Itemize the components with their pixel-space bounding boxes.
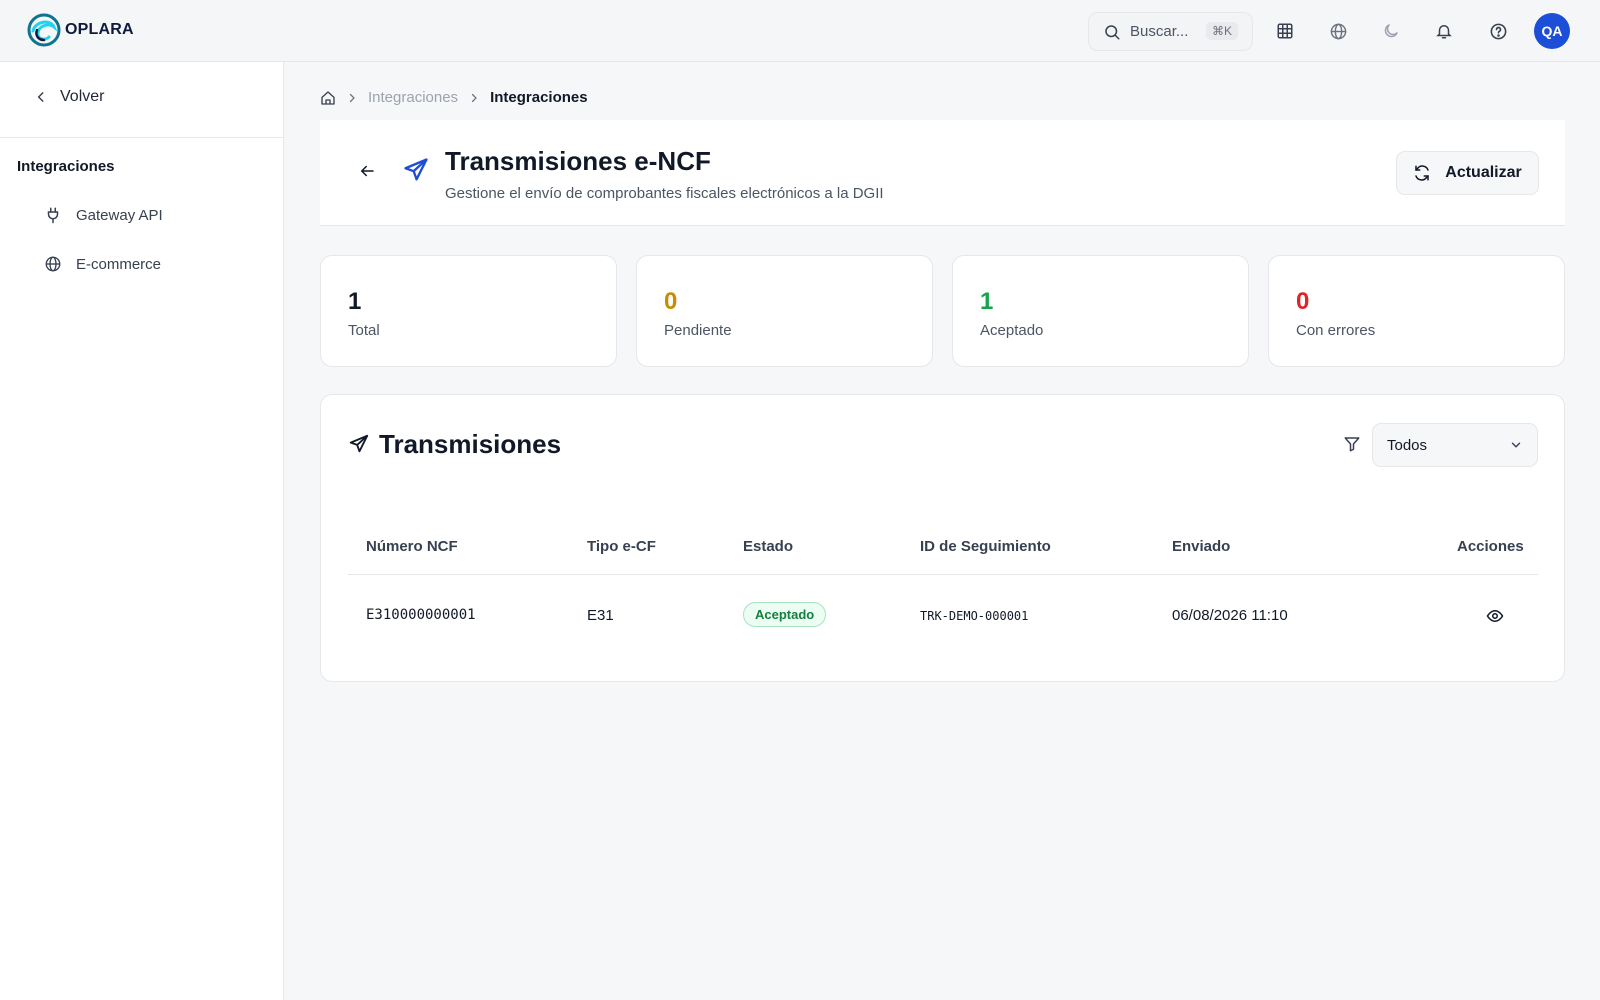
status-filter-select[interactable]: Todos [1372,423,1538,467]
refresh-icon [1415,165,1430,181]
select-value: Todos [1387,436,1428,454]
stat-value: 0 [1296,288,1310,315]
chevron-right-icon [471,93,477,102]
brand-logo[interactable]: OPLARA [27,13,134,47]
cell-tipo: E31 [587,607,614,624]
filter-icon [1343,435,1361,458]
breadcrumb-link[interactable]: Integraciones [368,89,458,106]
table-header-divider [348,574,1538,575]
page-subtitle: Gestione el envío de comprobantes fiscal… [445,185,884,202]
stat-label: Con errores [1296,322,1376,339]
status-badge: Aceptado [743,602,827,627]
help-icon [1490,23,1506,39]
column-header: Enviado [1172,538,1231,555]
back-button[interactable] [358,162,376,185]
send-icon [402,156,430,189]
moon-icon [1384,24,1398,38]
globe-icon [45,256,61,272]
chevron-left-icon [37,92,44,102]
stat-label: Pendiente [664,322,732,339]
help-button[interactable] [1487,20,1509,42]
theme-toggle-button[interactable] [1380,20,1402,42]
brand-name: OPLARA [65,21,134,38]
refresh-button[interactable]: Actualizar [1396,151,1539,195]
search-placeholder: Buscar... [1130,23,1189,40]
back-link[interactable]: Volver [34,88,104,106]
stat-card-pending: 0 Pendiente [636,255,933,367]
cell-ncf: E310000000001 [366,607,476,623]
stat-label: Total [348,322,380,339]
globe-icon [1330,23,1346,39]
page-title: Transmisiones e-NCF [445,146,711,176]
top-bar: OPLARA Buscar... ⌘K QA [0,0,1600,62]
refresh-label: Actualizar [1445,164,1522,181]
column-header: ID de Seguimiento [920,538,1051,555]
logo-icon [27,13,61,47]
sidebar-section-title: Integraciones [17,158,115,175]
stat-value: 1 [980,288,994,315]
apps-grid-button[interactable] [1274,20,1296,42]
column-header: Estado [743,538,794,555]
chevron-right-icon [349,93,355,102]
page-header: Transmisiones e-NCF Gestione el envío de… [320,120,1565,226]
chevron-down-icon [1511,442,1521,448]
search-shortcut: ⌘K [1205,22,1238,40]
column-header: Tipo e-CF [587,538,656,555]
sidebar-divider [0,137,284,138]
sidebar-item-label: E-commerce [76,255,162,273]
search-icon [1105,24,1120,39]
home-icon[interactable] [320,90,336,106]
sidebar: Volver Integraciones Gateway API E-comme… [0,62,284,1000]
sidebar-item-label: Gateway API [76,206,163,224]
eye-icon [1486,609,1504,623]
user-avatar[interactable]: QA [1534,13,1570,49]
sidebar-item-e-commerce[interactable]: E-commerce [44,255,161,273]
stat-card-accepted: 1 Aceptado [952,255,1249,367]
grid-icon [1277,23,1293,39]
breadcrumb: Integraciones Integraciones [320,89,588,106]
cell-sent-date: 06/08/2026 11:10 [1172,607,1288,624]
search-box[interactable]: Buscar... ⌘K [1088,12,1253,51]
view-details-button[interactable] [1486,607,1504,630]
column-header: Número NCF [366,538,458,555]
arrow-left-icon [360,165,374,177]
back-label: Volver [60,88,105,105]
sidebar-item-gateway-api[interactable]: Gateway API [44,206,163,224]
stat-value: 1 [348,288,362,315]
transmissions-card: Transmisiones Todos Número NCF Tipo e-CF… [320,394,1565,682]
stat-value: 0 [664,288,678,315]
language-button[interactable] [1327,20,1349,42]
cell-tracking-id: TRK-DEMO-000001 [920,609,1029,623]
stat-card-errors: 0 Con errores [1268,255,1565,367]
section-title: Transmisiones [379,429,562,459]
breadcrumb-current: Integraciones [490,89,588,106]
send-icon [348,433,370,460]
stat-card-total: 1 Total [320,255,617,367]
bell-icon [1436,25,1452,39]
notifications-button[interactable] [1433,20,1455,42]
stat-label: Aceptado [980,322,1044,339]
plug-icon [47,207,59,224]
column-header: Acciones [1457,538,1524,555]
